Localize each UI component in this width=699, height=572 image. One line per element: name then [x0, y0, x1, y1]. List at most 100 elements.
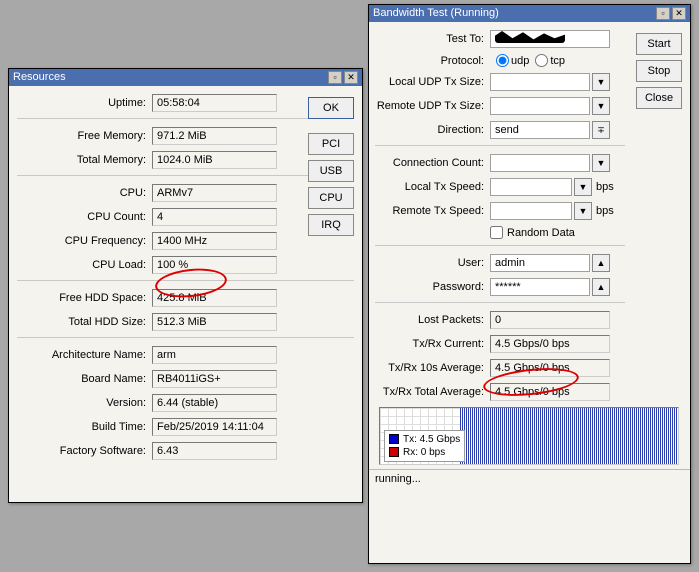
- cpuload-label: CPU Load:: [17, 259, 152, 271]
- bandwidth-titlebar[interactable]: Bandwidth Test (Running) ▫ ✕: [369, 5, 690, 22]
- factory-label: Factory Software:: [17, 445, 152, 457]
- localtx-label: Local Tx Speed:: [375, 181, 490, 193]
- chevron-down-icon[interactable]: ▼: [574, 178, 592, 196]
- direction-label: Direction:: [375, 124, 490, 136]
- status-text: running...: [369, 469, 690, 488]
- txrx10s-value: 4.5 Gbps/0 bps: [490, 359, 610, 377]
- txrxcur-label: Tx/Rx Current:: [375, 338, 490, 350]
- conncount-label: Connection Count:: [375, 157, 490, 169]
- close-icon[interactable]: ✕: [344, 71, 358, 84]
- txrxtot-value: 4.5 Gbps/0 bps: [490, 383, 610, 401]
- arch-value: arm: [152, 346, 277, 364]
- bps-text: bps: [596, 205, 614, 217]
- pci-button[interactable]: PCI: [308, 133, 354, 155]
- ok-button[interactable]: OK: [308, 97, 354, 119]
- testto-label: Test To:: [375, 33, 490, 45]
- cpu-label: CPU:: [17, 187, 152, 199]
- usb-button[interactable]: USB: [308, 160, 354, 182]
- chevron-down-icon[interactable]: ▼: [592, 154, 610, 172]
- lost-label: Lost Packets:: [375, 314, 490, 326]
- tothdd-label: Total HDD Size:: [17, 316, 152, 328]
- stop-button[interactable]: Stop: [636, 60, 682, 82]
- tcp-radio[interactable]: [535, 54, 548, 67]
- chevron-down-icon[interactable]: ▼: [592, 73, 610, 91]
- cpuload-value: 100 %: [152, 256, 277, 274]
- cpucount-value: 4: [152, 208, 277, 226]
- bandwidth-body: Start Stop Close Test To: Protocol: udp …: [369, 22, 690, 469]
- buildtime-label: Build Time:: [17, 421, 152, 433]
- resources-window: Resources ▫ ✕ OK PCI USB CPU IRQ Uptime:…: [8, 68, 363, 503]
- chevron-up-icon[interactable]: ▲: [592, 278, 610, 296]
- board-label: Board Name:: [17, 373, 152, 385]
- start-button[interactable]: Start: [636, 33, 682, 55]
- remotetx-label: Remote Tx Speed:: [375, 205, 490, 217]
- uptime-value: 05:58:04: [152, 94, 277, 112]
- resources-titlebar[interactable]: Resources ▫ ✕: [9, 69, 362, 86]
- txrxcur-value: 4.5 Gbps/0 bps: [490, 335, 610, 353]
- user-input[interactable]: admin: [490, 254, 590, 272]
- randomdata-label: Random Data: [507, 227, 575, 239]
- randomdata-checkbox[interactable]: [490, 226, 503, 239]
- localtx-input[interactable]: [490, 178, 572, 196]
- cpucount-label: CPU Count:: [17, 211, 152, 223]
- buildtime-value: Feb/25/2019 14:11:04: [152, 418, 277, 436]
- cpu-value: ARMv7: [152, 184, 277, 202]
- testto-input[interactable]: [490, 30, 610, 48]
- remotetx-input[interactable]: [490, 202, 572, 220]
- bandwidth-window: Bandwidth Test (Running) ▫ ✕ Start Stop …: [368, 4, 691, 564]
- version-label: Version:: [17, 397, 152, 409]
- password-label: Password:: [375, 281, 490, 293]
- freehdd-label: Free HDD Space:: [17, 292, 152, 304]
- legend-rx: Rx: 0 bps: [403, 447, 445, 458]
- direction-select[interactable]: send: [490, 121, 590, 139]
- chevron-down-icon[interactable]: ▼: [592, 97, 610, 115]
- cpufreq-label: CPU Frequency:: [17, 235, 152, 247]
- graph-fill: [460, 408, 678, 464]
- freemem-label: Free Memory:: [17, 130, 152, 142]
- localudp-label: Local UDP Tx Size:: [375, 76, 490, 88]
- protocol-label: Protocol:: [375, 55, 490, 67]
- bandwidth-graph: Tx: 4.5 Gbps Rx: 0 bps: [379, 407, 679, 465]
- txrxtot-label: Tx/Rx Total Average:: [375, 386, 490, 398]
- resources-body: OK PCI USB CPU IRQ Uptime:05:58:04 Free …: [9, 86, 362, 474]
- graph-legend: Tx: 4.5 Gbps Rx: 0 bps: [384, 430, 465, 462]
- rx-swatch-icon: [389, 447, 399, 457]
- version-value: 6.44 (stable): [152, 394, 277, 412]
- user-label: User:: [375, 257, 490, 269]
- bandwidth-title: Bandwidth Test (Running): [373, 5, 499, 22]
- redacted-icon: [495, 31, 565, 43]
- remoteudp-label: Remote UDP Tx Size:: [375, 100, 490, 112]
- minimize-icon[interactable]: ▫: [656, 7, 670, 20]
- conncount-input[interactable]: [490, 154, 590, 172]
- chevron-down-icon[interactable]: ▼: [574, 202, 592, 220]
- minimize-icon[interactable]: ▫: [328, 71, 342, 84]
- board-value: RB4011iGS+: [152, 370, 277, 388]
- freehdd-value: 425.8 MiB: [152, 289, 277, 307]
- arch-label: Architecture Name:: [17, 349, 152, 361]
- factory-value: 6.43: [152, 442, 277, 460]
- remoteudp-input[interactable]: [490, 97, 590, 115]
- cpufreq-value: 1400 MHz: [152, 232, 277, 250]
- chevron-up-icon[interactable]: ▲: [592, 254, 610, 272]
- udp-text: udp: [511, 55, 529, 67]
- uptime-label: Uptime:: [17, 97, 152, 109]
- totmem-label: Total Memory:: [17, 154, 152, 166]
- totmem-value: 1024.0 MiB: [152, 151, 277, 169]
- tcp-text: tcp: [550, 55, 565, 67]
- close-button[interactable]: Close: [636, 87, 682, 109]
- lost-value: 0: [490, 311, 610, 329]
- irq-button[interactable]: IRQ: [308, 214, 354, 236]
- close-icon[interactable]: ✕: [672, 7, 686, 20]
- bps-text: bps: [596, 181, 614, 193]
- cpu-button[interactable]: CPU: [308, 187, 354, 209]
- localudp-input[interactable]: [490, 73, 590, 91]
- txrx10s-label: Tx/Rx 10s Average:: [375, 362, 490, 374]
- password-input[interactable]: ******: [490, 278, 590, 296]
- resources-title: Resources: [13, 69, 66, 86]
- freemem-value: 971.2 MiB: [152, 127, 277, 145]
- tothdd-value: 512.3 MiB: [152, 313, 277, 331]
- chevron-down-icon[interactable]: ∓: [592, 121, 610, 139]
- tx-swatch-icon: [389, 434, 399, 444]
- legend-tx: Tx: 4.5 Gbps: [403, 434, 460, 445]
- udp-radio[interactable]: [496, 54, 509, 67]
